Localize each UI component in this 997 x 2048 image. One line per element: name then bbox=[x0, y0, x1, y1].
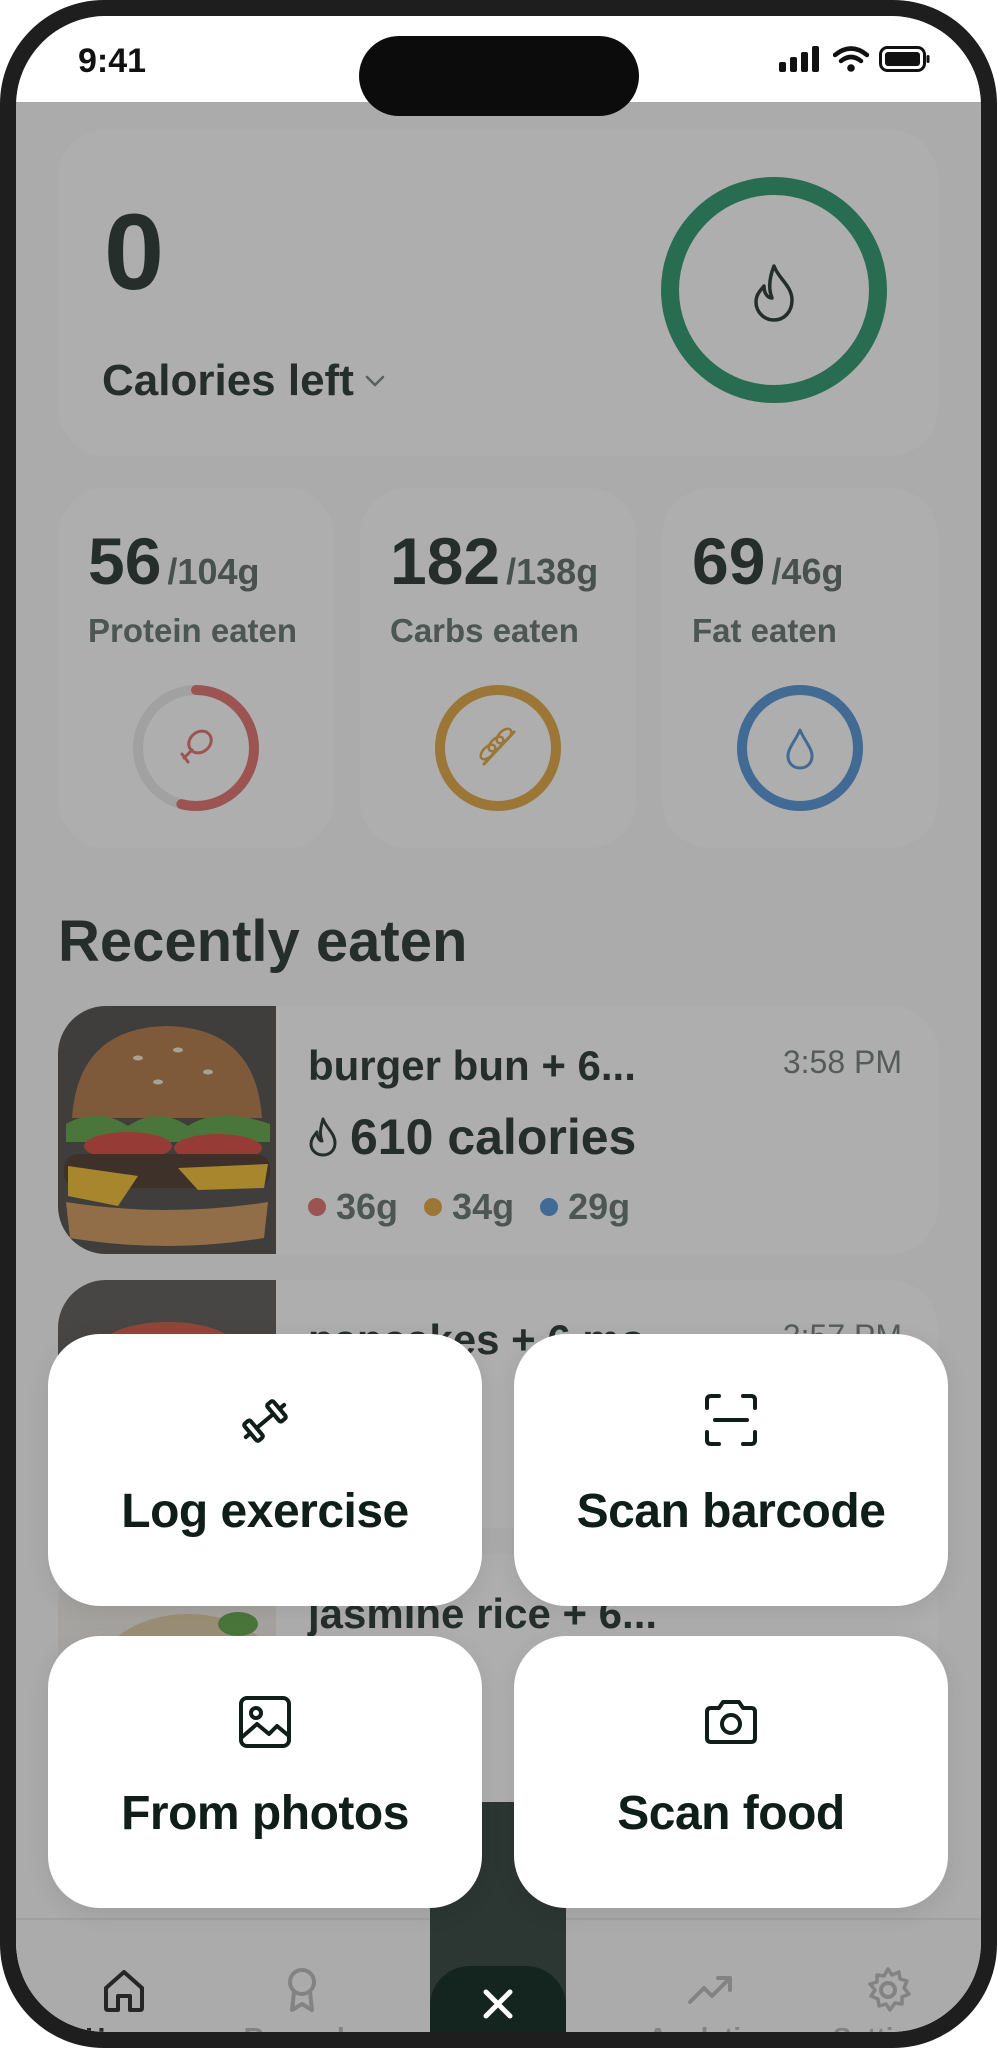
from-photos-label: From photos bbox=[121, 1787, 409, 1840]
scan-food-label: Scan food bbox=[617, 1787, 845, 1840]
scan-barcode-button[interactable]: Scan barcode bbox=[514, 1334, 948, 1606]
dynamic-island bbox=[359, 36, 639, 116]
close-menu-button[interactable] bbox=[430, 1966, 566, 2032]
app-screen: 9:41 0 Calories left 56 /104g Protein ea… bbox=[16, 16, 981, 2032]
signal-icon bbox=[779, 46, 819, 72]
camera-icon bbox=[705, 1700, 757, 1744]
phone-frame: 9:41 0 Calories left 56 /104g Protein ea… bbox=[0, 0, 997, 2048]
scan-food-button[interactable]: Scan food bbox=[514, 1636, 948, 1908]
log-exercise-button[interactable]: Log exercise bbox=[48, 1334, 482, 1606]
status-time: 9:41 bbox=[78, 42, 147, 80]
log-exercise-label: Log exercise bbox=[121, 1485, 409, 1538]
barcode-scan-icon bbox=[705, 1394, 757, 1446]
battery-icon bbox=[879, 46, 930, 72]
wifi-icon bbox=[833, 46, 869, 72]
status-icons bbox=[779, 46, 931, 72]
close-icon bbox=[483, 1989, 513, 2019]
scan-barcode-label: Scan barcode bbox=[576, 1485, 886, 1538]
image-icon bbox=[239, 1696, 291, 1748]
from-photos-button[interactable]: From photos bbox=[48, 1636, 482, 1908]
dumbbell-icon bbox=[242, 1399, 288, 1443]
